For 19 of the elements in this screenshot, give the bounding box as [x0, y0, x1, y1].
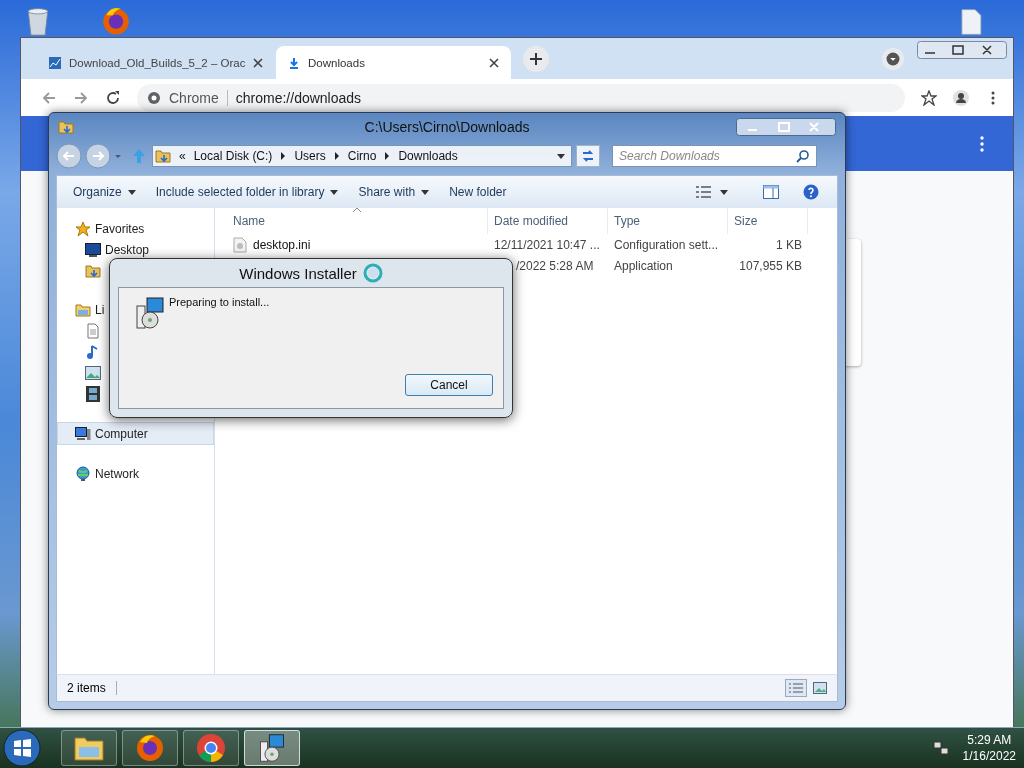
nav-label: Network [95, 466, 139, 481]
site-label: Chrome [169, 89, 228, 106]
tab-title: Download_Old_Builds_5_2 – Orac [69, 56, 246, 69]
table-cell: Application [614, 258, 673, 273]
dialog-message: Preparing to install... [169, 296, 270, 308]
nav-label: Favorites [95, 221, 145, 236]
table-cell: 1 KB [776, 237, 802, 252]
nav-label: Li [95, 302, 105, 317]
table-cell: 107,955 KB [739, 258, 802, 273]
dialog-title: Windows Installer [239, 264, 357, 282]
url-text: chrome://downloads [235, 89, 362, 106]
status-text: 2 items [67, 681, 117, 695]
table-cell: Configuration sett... [614, 237, 719, 252]
nav-label: Computer [95, 426, 148, 441]
tab-title: Downloads [308, 56, 366, 69]
table-cell: 12/11/2021 10:47 ... [494, 237, 600, 252]
table-cell: /2022 5:28 AM [516, 258, 594, 273]
window-title: C:\Users\Cirno\Downloads [364, 119, 530, 135]
nav-label: Desktop [105, 242, 150, 257]
